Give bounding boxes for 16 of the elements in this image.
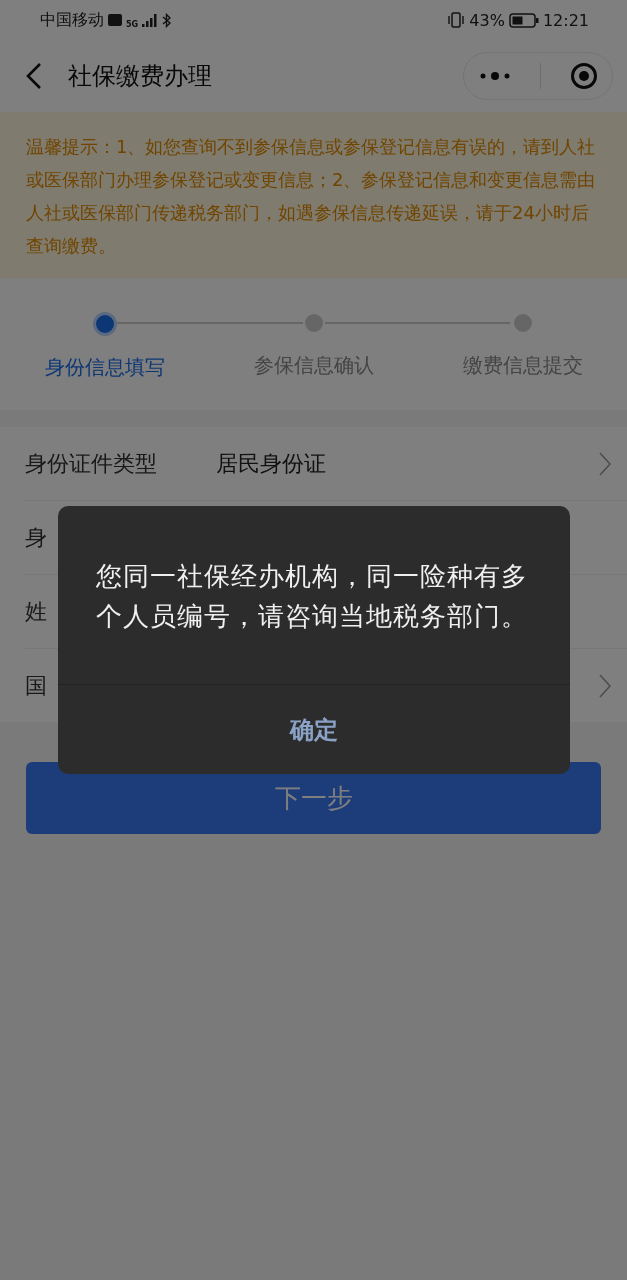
notice-text: 温馨提示：1、如您查询不到参保信息或参保登记信息有误的，请到人社或医保部门办理参保登记或变更信息；2、参保登记信息和变更信息需由人社或医保部门传递税务部门，如遇参保信息传递延误，请于24小时后查询缴费。 [26, 135, 597, 258]
field-label: 姓 [25, 597, 47, 626]
field-label: 身份证件类型 [25, 449, 157, 478]
step-label[interactable]: 缴费信息提交 [462, 352, 583, 379]
field-value[interactable]: 居民身份证 [216, 448, 326, 479]
step-label[interactable]: 参保信息确认 [253, 352, 374, 379]
clock-time: 12:21 [542, 10, 589, 30]
network-type: 5G [126, 19, 139, 29]
confirm-button[interactable]: 确定 [58, 684, 570, 774]
step-label[interactable]: 身份信息填写 [44, 354, 165, 381]
page-title: 社保缴费办理 [68, 61, 212, 92]
field-label: 身 [25, 523, 47, 552]
dialog-message: 您同一社保经办机构，同一险种有多个人员编号，请咨询当地税务部门。 [95, 560, 529, 633]
carrier-name: 中国移动 [40, 9, 104, 31]
battery-percent: 43% [469, 10, 505, 30]
field-label: 国 [25, 671, 47, 700]
